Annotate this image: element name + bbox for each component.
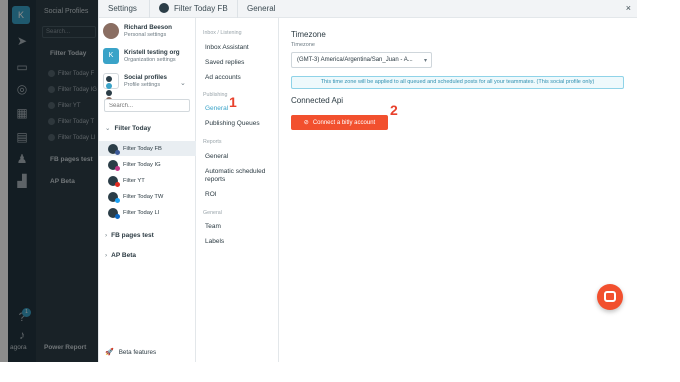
account-subtitle: Profile settings — [124, 81, 161, 88]
nav-item-inbox-assistant[interactable]: Inbox Assistant — [205, 44, 249, 52]
nav-item-labels[interactable]: Labels — [205, 238, 224, 246]
profile-search-input[interactable] — [104, 99, 190, 112]
nav-item-publishing-queues[interactable]: Publishing Queues — [205, 120, 260, 128]
account-social-profiles[interactable]: Social profiles Profile settings — [103, 73, 168, 103]
connect-bitly-label: Connect a bitly account — [312, 119, 376, 126]
settings-modal: Settings Filter Today FB General × Richa… — [98, 0, 637, 362]
org-avatar: K — [103, 48, 119, 64]
nav-item-roi[interactable]: ROI — [205, 191, 217, 199]
caret-down-icon: ▾ — [423, 58, 427, 64]
profile-item-label: Filter Today IG — [123, 161, 161, 168]
breadcrumb-section: General — [247, 4, 276, 13]
avatar — [108, 175, 120, 187]
annotation-marker-2: 2 — [390, 102, 398, 118]
profile-item[interactable]: Filter Today IG — [99, 157, 196, 172]
profiles-grid-icon — [103, 73, 119, 103]
nav-item-saved-replies[interactable]: Saved replies — [205, 59, 244, 67]
modal-topbar: Settings Filter Today FB General × — [99, 0, 637, 18]
settings-title: Settings — [108, 4, 137, 13]
avatar — [108, 207, 120, 219]
nav-item-reports-general[interactable]: General — [205, 153, 228, 161]
beta-features-link[interactable]: 🚀 Beta features — [105, 348, 157, 357]
linkedin-icon — [115, 213, 120, 219]
nav-item-team[interactable]: Team — [205, 223, 221, 231]
profile-item[interactable]: Filter Today FB — [99, 141, 196, 156]
youtube-icon — [115, 181, 120, 187]
nav-section-header: Publishing — [203, 92, 228, 98]
annotation-marker-1: 1 — [229, 94, 237, 110]
account-name: Kristell testing org — [124, 48, 180, 56]
profile-item-label: Filter Today LI — [123, 209, 160, 216]
profile-item[interactable]: Filter YT — [99, 173, 196, 188]
nav-item-publishing-general[interactable]: General — [205, 105, 228, 113]
profile-item-label: Filter YT — [123, 177, 145, 184]
profile-item-label: Filter Today TW — [123, 193, 164, 200]
instagram-icon — [115, 165, 120, 171]
chevron-right-icon: › — [105, 232, 108, 239]
account-name: Richard Beeson — [124, 23, 172, 31]
avatar — [108, 159, 120, 171]
profile-item[interactable]: Filter Today TW — [99, 189, 196, 204]
nav-item-ad-accounts[interactable]: Ad accounts — [205, 74, 241, 82]
profile-group-filter-today[interactable]: ⌄ Filter Today — [105, 124, 151, 132]
avatar — [108, 191, 120, 203]
breadcrumb-profile-label: Filter Today FB — [174, 3, 228, 13]
account-personal[interactable]: Richard Beeson Personal settings — [103, 23, 172, 39]
facebook-icon — [115, 149, 120, 155]
account-name: Social profiles — [124, 73, 168, 81]
settings-nav: Inbox / Listening Inbox Assistant Saved … — [196, 18, 279, 362]
avatar — [103, 23, 119, 39]
settings-main: Timezone Timezone (GMT-3) America/Argent… — [279, 18, 637, 362]
chevron-right-icon: › — [105, 252, 108, 259]
avatar — [159, 3, 169, 13]
profile-item[interactable]: Filter Today LI — [99, 205, 196, 220]
profile-group-ap-beta[interactable]: › AP Beta — [105, 252, 136, 259]
account-subtitle: Organization settings — [124, 56, 176, 63]
chevron-down-icon: ⌄ — [105, 125, 111, 132]
breadcrumb-profile: Filter Today FB — [159, 3, 228, 13]
chevron-down-icon[interactable]: ⌄ — [180, 79, 186, 87]
nav-section-header: General — [203, 210, 222, 216]
account-organization[interactable]: K Kristell testing org Organization sett… — [103, 48, 180, 64]
timezone-label: Timezone — [291, 42, 315, 48]
modal-backdrop[interactable] — [0, 0, 98, 362]
profile-group-fb-pages-test[interactable]: › FB pages test — [105, 232, 154, 239]
timezone-select-value: (GMT-3) America/Argentina/San_Juan - A..… — [297, 57, 413, 63]
timezone-title: Timezone — [291, 30, 326, 39]
profile-group-label: Filter Today — [114, 125, 151, 132]
timezone-select[interactable]: (GMT-3) America/Argentina/San_Juan - A..… — [291, 52, 432, 68]
divider — [237, 0, 238, 18]
divider — [149, 0, 150, 18]
chat-button[interactable] — [597, 284, 623, 310]
connected-api-title: Connected Api — [291, 96, 344, 105]
nav-section-header: Inbox / Listening — [203, 30, 242, 36]
nav-item-automatic-scheduled-reports[interactable]: Automatic scheduled reports — [205, 168, 275, 184]
nav-section-header: Reports — [203, 139, 222, 145]
connect-bitly-button[interactable]: ⊘ Connect a bitly account — [291, 115, 388, 130]
account-subtitle: Personal settings — [124, 31, 167, 38]
timezone-info-banner: This time zone will be applied to all qu… — [291, 76, 624, 89]
link-icon: ⊘ — [303, 120, 309, 126]
rocket-icon: 🚀 — [105, 349, 114, 356]
profiles-column: Richard Beeson Personal settings K Krist… — [99, 18, 196, 362]
beta-features-label: Beta features — [118, 348, 157, 356]
close-icon[interactable]: × — [626, 3, 631, 13]
profile-group-label: FB pages test — [111, 232, 154, 239]
profile-group-label: AP Beta — [111, 252, 136, 259]
avatar — [108, 143, 120, 155]
profile-item-label: Filter Today FB — [123, 145, 162, 152]
twitter-icon — [115, 197, 120, 203]
chat-icon — [604, 291, 616, 302]
